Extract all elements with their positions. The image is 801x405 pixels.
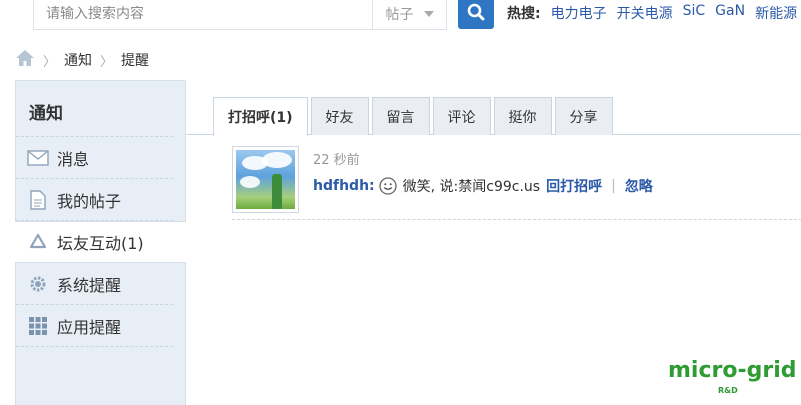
avatar[interactable] — [232, 146, 299, 213]
watermark-subtext: R&D — [718, 386, 738, 395]
sidebar-item-system-reminders[interactable]: 系统提醒 — [16, 263, 173, 305]
gear-icon — [27, 273, 49, 295]
tab-bar: 打招呼(1) 好友 留言 评论 挺你 分享 — [213, 97, 613, 136]
sidebar-item-app-reminders[interactable]: 应用提醒 — [16, 305, 173, 347]
notice-content: hdfhdh: 微笑, 说:禁闻c99c.us 回打招呼 | 忽略 — [313, 176, 653, 196]
tab-messages[interactable]: 留言 — [371, 97, 430, 135]
hot-search: 热搜: 电力电子 开关电源 SiC GaN 新能源 — [507, 3, 797, 23]
search-input[interactable] — [34, 0, 372, 29]
search-scope-value: 帖子 — [385, 6, 414, 23]
hot-term-link[interactable]: 开关电源 — [617, 3, 673, 23]
search-icon — [467, 3, 485, 20]
tab-comments[interactable]: 评论 — [432, 97, 491, 135]
notice-item: 22 秒前 hdfhdh: 微笑, 说:禁闻c99c.us 回打招呼 | 忽略 — [232, 146, 801, 220]
tab-friends[interactable]: 好友 — [310, 97, 369, 135]
hot-term-link[interactable]: SiC — [683, 3, 706, 23]
action-separator: | — [611, 178, 616, 194]
sidebar-item-label: 我的帖子 — [57, 191, 122, 211]
sidebar-item-label: 消息 — [57, 149, 90, 169]
tab-share[interactable]: 分享 — [554, 97, 613, 135]
sidebar-item-my-posts[interactable]: 我的帖子 — [16, 179, 173, 221]
hot-term-link[interactable]: 电力电子 — [551, 3, 607, 23]
sidebar: 通知 消息 我的帖子 坛友互动(1) 系统提醒 应用提醒 — [15, 80, 186, 405]
smile-icon — [378, 177, 397, 195]
grid-icon — [27, 315, 49, 337]
breadcrumb-item[interactable]: 通知 — [64, 50, 92, 70]
hot-term-link[interactable]: 新能源 — [755, 3, 797, 23]
sidebar-item-label: 系统提醒 — [57, 275, 122, 295]
search-scope-select[interactable]: 帖子 — [372, 0, 446, 29]
sidebar-item-interaction[interactable]: 坛友互动(1) — [15, 221, 186, 263]
reply-greeting-link[interactable]: 回打招呼 — [546, 176, 602, 196]
watermark-logo: micro-grid — [668, 358, 797, 383]
breadcrumb-separator: 〉 — [43, 54, 57, 70]
notice-user-link[interactable]: hdfhdh: — [313, 178, 375, 194]
ignore-link[interactable]: 忽略 — [625, 176, 653, 196]
search-bar: 帖子 — [33, 0, 447, 30]
envelope-icon — [27, 147, 49, 169]
sidebar-title: 通知 — [16, 81, 173, 137]
sidebar-item-messages[interactable]: 消息 — [16, 137, 173, 179]
recycle-icon — [27, 231, 49, 253]
tab-greetings[interactable]: 打招呼(1) — [213, 97, 308, 136]
notice-time: 22 秒前 — [313, 153, 360, 168]
notice-message: 微笑, 说:禁闻c99c.us — [402, 179, 541, 195]
sidebar-item-label: 坛友互动(1) — [57, 234, 144, 253]
avatar-image — [236, 150, 295, 209]
breadcrumb: 〉 通知 〉 提醒 — [15, 49, 149, 71]
chevron-down-icon — [423, 10, 434, 17]
sidebar-item-label: 应用提醒 — [57, 317, 122, 337]
breadcrumb-item[interactable]: 提醒 — [121, 50, 149, 70]
document-icon — [27, 189, 49, 211]
home-icon[interactable] — [15, 49, 35, 71]
hot-search-label: 热搜: — [507, 6, 541, 22]
tab-support[interactable]: 挺你 — [493, 97, 552, 135]
hot-term-link[interactable]: GaN — [715, 3, 745, 23]
search-button[interactable] — [458, 0, 494, 29]
breadcrumb-separator: 〉 — [100, 54, 114, 70]
